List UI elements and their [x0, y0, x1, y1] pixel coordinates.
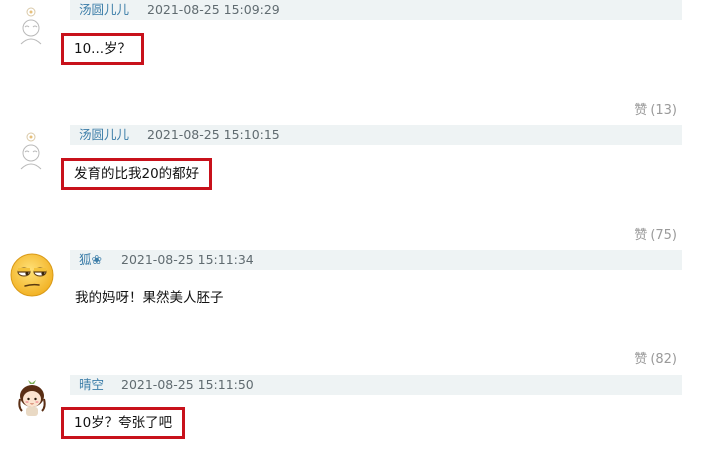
comment-meta: 汤圆儿儿 2021-08-25 15:10:15 [70, 125, 682, 145]
comment-timestamp: 2021-08-25 15:09:29 [147, 2, 280, 17]
avatar-placeholder[interactable] [10, 4, 52, 46]
comment-meta: 狐❀ 2021-08-25 15:11:34 [70, 250, 682, 270]
comment-timestamp: 2021-08-25 15:11:50 [121, 377, 254, 392]
username-link[interactable]: 汤圆儿儿 [79, 125, 129, 145]
avatar-outline-icon [20, 7, 42, 45]
comment-text: 10...岁？ [61, 33, 145, 65]
comment-meta: 晴空 2021-08-25 15:11:50 [70, 375, 682, 395]
avatar-outline-icon [20, 132, 42, 170]
comment-text: 10岁？夸张了吧 [61, 407, 186, 439]
comment-text: 发育的比我20的都好 [61, 158, 213, 190]
avatar-placeholder[interactable] [10, 129, 52, 171]
like-label: 赞 [634, 352, 648, 367]
comment-text: 我的妈呀！果然美人胚子 [75, 290, 224, 306]
comment-timestamp: 2021-08-25 15:10:15 [147, 127, 280, 142]
comment-meta: 汤圆儿儿 2021-08-25 15:09:29 [70, 0, 682, 20]
girl-avatar-icon [18, 380, 46, 416]
like-button[interactable]: 赞 (13) [634, 99, 677, 118]
avatar-emoji[interactable] [10, 253, 54, 297]
smirk-face-icon [10, 253, 54, 297]
like-button[interactable]: 赞 (82) [634, 348, 677, 367]
username-link[interactable]: 汤圆儿儿 [79, 0, 129, 20]
comment-timestamp: 2021-08-25 15:11:34 [121, 252, 254, 267]
like-count: (82) [650, 352, 677, 367]
like-label: 赞 [634, 228, 648, 243]
like-count: (13) [650, 103, 677, 118]
like-label: 赞 [634, 103, 648, 118]
username-link[interactable]: 晴空 [79, 375, 104, 395]
username-link[interactable]: 狐❀ [79, 250, 102, 270]
like-count: (75) [650, 228, 677, 243]
comment-thread: 汤圆儿儿 2021-08-25 15:09:29 10...岁？ 赞 (13) 汤… [0, 0, 711, 458]
avatar-cartoon[interactable] [12, 377, 52, 419]
like-button[interactable]: 赞 (75) [634, 224, 677, 243]
